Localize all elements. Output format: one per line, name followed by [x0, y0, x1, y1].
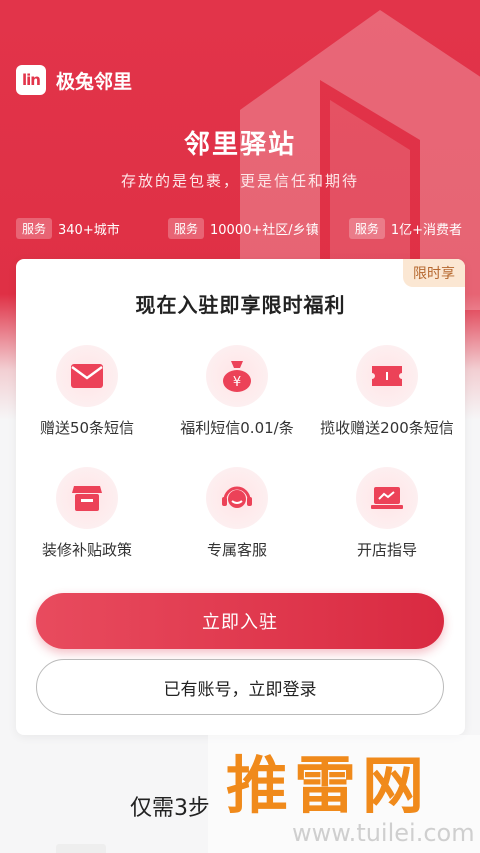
stat-consumers: 服务 1亿+消费者 — [348, 218, 462, 239]
stat-text: 340+城市 — [58, 223, 120, 238]
benefit-decoration-subsidy: 装修补贴政策 — [12, 467, 162, 560]
watermark-logo-text: 推雷网 — [226, 749, 431, 822]
stat-text: 1亿+消费者 — [390, 223, 462, 238]
benefit-label: 福利短信0.01/条 — [180, 419, 294, 437]
benefit-pickup-sms: 揽收赠送200条短信 — [310, 345, 464, 438]
login-button[interactable]: 已有账号，立即登录 — [36, 659, 444, 715]
watermark-url: www.tuilei.com — [292, 819, 475, 847]
join-now-button[interactable]: 立即入驻 — [36, 593, 444, 649]
ticket-icon — [356, 345, 418, 407]
stat-tag: 服务 — [16, 218, 53, 239]
brand-logo: lin 极兔邻里 — [16, 65, 132, 95]
app-page: lin 极兔邻里 邻里驿站 存放的是包裹，更是信任和期待 服务 340+城市 服… — [0, 0, 480, 853]
brand-name: 极兔邻里 — [56, 70, 133, 93]
hero-title: 邻里驿站 — [183, 130, 296, 160]
benefit-sms-gift: 赠送50条短信 — [12, 345, 162, 438]
benefit-label: 装修补贴政策 — [41, 541, 132, 559]
benefit-label: 揽收赠送200条短信 — [320, 419, 454, 437]
benefit-dedicated-service: 专属客服 — [162, 467, 312, 560]
benefits-card: 限时享 现在入驻即享限时福利 赠送50条短信 ¥ 福利短信0.01/条 揽收赠送… — [16, 259, 465, 735]
hero-subtitle: 存放的是包裹，更是信任和期待 — [120, 172, 359, 190]
service-stats: 服务 340+城市 服务 10000+社区/乡镇 服务 1亿+消费者 — [0, 218, 480, 240]
steps-title: 仅需3步 — [130, 796, 210, 821]
benefit-store-guidance: 开店指导 — [310, 467, 464, 560]
benefit-label: 赠送50条短信 — [39, 419, 135, 437]
headset-icon — [206, 467, 268, 529]
logo-mark-icon: lin — [16, 65, 46, 95]
shop-icon — [56, 467, 118, 529]
benefit-sms-price: ¥ 福利短信0.01/条 — [162, 345, 312, 438]
laptop-chart-icon — [356, 467, 418, 529]
svg-text:¥: ¥ — [233, 375, 241, 390]
stat-text: 10000+社区/乡镇 — [210, 223, 319, 238]
envelope-icon — [56, 345, 118, 407]
benefit-label: 开店指导 — [356, 541, 417, 559]
stat-cities: 服务 340+城市 — [16, 218, 120, 239]
limited-time-badge: 限时享 — [403, 259, 465, 287]
stat-tag: 服务 — [348, 218, 385, 239]
money-bag-icon: ¥ — [206, 345, 268, 407]
partial-bottom-element — [56, 844, 106, 853]
watermark: 推雷网 www.tuilei.com — [208, 735, 480, 853]
stat-tag: 服务 — [168, 218, 205, 239]
benefit-label: 专属客服 — [206, 541, 267, 559]
stat-communities: 服务 10000+社区/乡镇 — [168, 218, 319, 239]
card-title: 现在入驻即享限时福利 — [135, 293, 346, 317]
